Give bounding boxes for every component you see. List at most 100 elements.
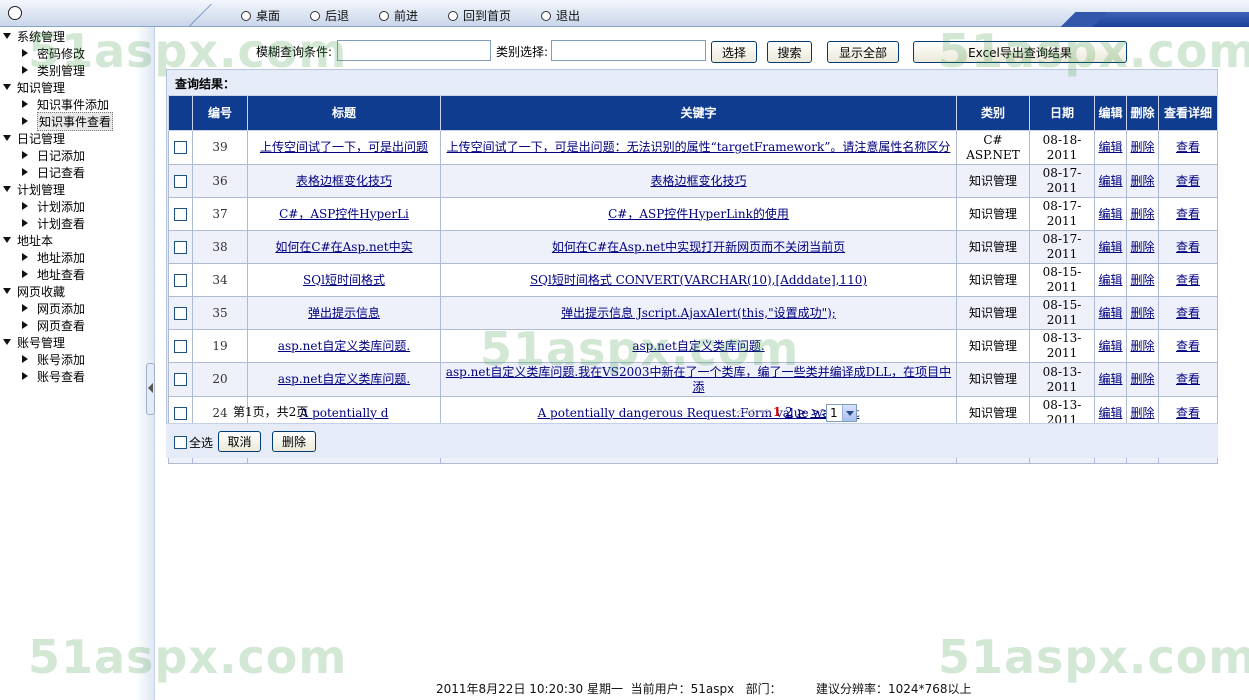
show-all-button[interactable]: 显示全部: [827, 41, 899, 63]
header-category[interactable]: 类别: [956, 95, 1030, 131]
nav-exit-button[interactable]: 退出: [541, 7, 580, 24]
row-delete-link[interactable]: 删除: [1130, 306, 1154, 320]
row-keyword-link[interactable]: 上传空间试了一下，可是出问题：无法识别的属性“targetFramework”。…: [447, 140, 951, 154]
select-all-checkbox[interactable]: [174, 436, 187, 449]
sidebar-item-bookmark-view[interactable]: 网页查看: [22, 317, 85, 333]
row-title-link[interactable]: asp.net自定义类库问题.: [278, 339, 410, 353]
row-checkbox[interactable]: [174, 406, 187, 420]
row-title-link[interactable]: 弹出提示信息: [308, 306, 380, 320]
sidebar-item-bookmark-add[interactable]: 网页添加: [22, 300, 85, 316]
sidebar-item-plan-view[interactable]: 计划查看: [22, 215, 85, 231]
sidebar-item-address-view[interactable]: 地址查看: [22, 266, 85, 282]
pager-page-2-link[interactable]: 2: [785, 405, 793, 419]
nav-back-button[interactable]: 后退: [310, 7, 349, 24]
cancel-button[interactable]: 取消: [218, 431, 261, 452]
keyword-input[interactable]: [337, 40, 491, 61]
row-delete-link[interactable]: 删除: [1130, 273, 1154, 287]
sidebar-section-address[interactable]: 地址本: [2, 232, 53, 248]
header-title[interactable]: 标题: [247, 95, 441, 131]
row-edit-link[interactable]: 编辑: [1098, 339, 1122, 353]
row-edit-link[interactable]: 编辑: [1098, 306, 1122, 320]
row-checkbox[interactable]: [174, 141, 187, 154]
sidebar-section-knowledge[interactable]: 知识管理: [2, 79, 65, 95]
row-view-link[interactable]: 查看: [1176, 207, 1200, 221]
row-view-link[interactable]: 查看: [1176, 372, 1200, 386]
nav-home-button[interactable]: 回到首页: [448, 7, 511, 24]
sidebar-item-plan-add[interactable]: 计划添加: [22, 198, 85, 214]
row-title-link[interactable]: A potentially d: [300, 406, 389, 420]
row-view-link[interactable]: 查看: [1176, 174, 1200, 188]
bulk-delete-button[interactable]: 删除: [272, 431, 316, 452]
row-title-link[interactable]: SQl短时间格式: [303, 273, 385, 287]
row-edit-link[interactable]: 编辑: [1098, 406, 1122, 420]
header-keyword[interactable]: 关键字: [440, 95, 957, 131]
row-keyword-link[interactable]: asp.net自定义类库问题.我在VS2003中新在了一个类库，编了一些类并编译…: [446, 365, 951, 394]
row-title-link[interactable]: 表格边框变化技巧: [296, 174, 392, 188]
sidebar-section-plan[interactable]: 计划管理: [2, 181, 65, 197]
row-delete-link[interactable]: 删除: [1130, 339, 1154, 353]
row-view-link[interactable]: 查看: [1176, 273, 1200, 287]
row-view-link[interactable]: 查看: [1176, 240, 1200, 254]
row-keyword-link[interactable]: C#，ASP控件HyperLink的使用: [608, 207, 789, 221]
pager-first-link[interactable]: <<: [735, 405, 755, 419]
row-checkbox[interactable]: [174, 306, 187, 320]
row-delete-link[interactable]: 删除: [1130, 240, 1154, 254]
row-title-link[interactable]: 上传空间试了一下，可是出问题: [260, 140, 428, 154]
row-checkbox[interactable]: [174, 207, 187, 221]
sidebar-item-password[interactable]: 密码修改: [22, 45, 85, 61]
row-edit-link[interactable]: 编辑: [1098, 372, 1122, 386]
pager-next-link[interactable]: >: [796, 405, 806, 419]
sidebar-item-address-add[interactable]: 地址添加: [22, 249, 85, 265]
row-checkbox[interactable]: [174, 240, 187, 254]
sidebar-section-bookmark[interactable]: 网页收藏: [2, 283, 65, 299]
row-view-link[interactable]: 查看: [1176, 339, 1200, 353]
row-edit-link[interactable]: 编辑: [1098, 207, 1122, 221]
sidebar-section-account[interactable]: 账号管理: [2, 334, 65, 350]
row-title-link[interactable]: C#，ASP控件HyperLi: [279, 207, 409, 221]
row-keyword-link[interactable]: 表格边框变化技巧: [650, 174, 746, 188]
chevron-down-icon[interactable]: [842, 405, 856, 421]
row-checkbox[interactable]: [174, 339, 187, 353]
sidebar-section-diary[interactable]: 日记管理: [2, 130, 65, 146]
app-orb-icon[interactable]: [8, 6, 22, 20]
row-edit-link[interactable]: 编辑: [1098, 240, 1122, 254]
row-delete-link[interactable]: 删除: [1130, 372, 1154, 386]
select-all-control[interactable]: 全选: [174, 434, 213, 451]
row-edit-link[interactable]: 编辑: [1098, 174, 1122, 188]
sidebar-item-diary-view[interactable]: 日记查看: [22, 164, 85, 180]
collapse-splitter-handle[interactable]: [146, 363, 155, 415]
row-title-link[interactable]: 如何在C#在Asp.net中实: [275, 240, 412, 254]
nav-desktop-button[interactable]: 桌面: [241, 7, 280, 24]
category-input[interactable]: [551, 40, 706, 61]
sidebar-item-diary-add[interactable]: 日记添加: [22, 147, 85, 163]
row-delete-link[interactable]: 删除: [1130, 207, 1154, 221]
row-delete-link[interactable]: 删除: [1130, 174, 1154, 188]
page-select[interactable]: 1: [826, 404, 857, 422]
nav-forward-button[interactable]: 前进: [379, 7, 418, 24]
sidebar-item-knowledge-view[interactable]: 知识事件查看: [22, 111, 114, 131]
sidebar-item-account-view[interactable]: 账号查看: [22, 368, 85, 384]
row-delete-link[interactable]: 删除: [1130, 406, 1154, 420]
choose-button[interactable]: 选择: [711, 41, 757, 63]
sidebar-item-category[interactable]: 类别管理: [22, 62, 85, 78]
export-excel-button[interactable]: Excel导出查询结果: [913, 41, 1127, 63]
row-title-link[interactable]: asp.net自定义类库问题.: [278, 372, 410, 386]
row-view-link[interactable]: 查看: [1176, 306, 1200, 320]
row-edit-link[interactable]: 编辑: [1098, 140, 1122, 154]
row-keyword-link[interactable]: 弹出提示信息 Jscript.AjaxAlert(this,"设置成功");: [561, 306, 836, 320]
search-button[interactable]: 搜索: [767, 41, 812, 63]
row-delete-link[interactable]: 删除: [1130, 140, 1154, 154]
sidebar-item-knowledge-add[interactable]: 知识事件添加: [22, 96, 109, 112]
header-id[interactable]: 编号: [192, 95, 248, 131]
row-checkbox[interactable]: [174, 373, 187, 386]
header-date[interactable]: 日期: [1029, 95, 1095, 131]
pager-prev-link[interactable]: <: [759, 405, 769, 419]
row-keyword-link[interactable]: asp.net自定义类库问题.: [632, 339, 764, 353]
row-checkbox[interactable]: [174, 273, 187, 287]
row-edit-link[interactable]: 编辑: [1098, 273, 1122, 287]
sidebar-item-account-add[interactable]: 账号添加: [22, 351, 85, 367]
row-view-link[interactable]: 查看: [1176, 140, 1200, 154]
row-keyword-link[interactable]: SQl短时间格式 CONVERT(VARCHAR(10),[Adddate],1…: [530, 273, 867, 287]
sidebar-section-system[interactable]: 系统管理: [2, 28, 65, 44]
row-keyword-link[interactable]: 如何在C#在Asp.net中实现打开新网页而不关闭当前页: [552, 240, 845, 254]
